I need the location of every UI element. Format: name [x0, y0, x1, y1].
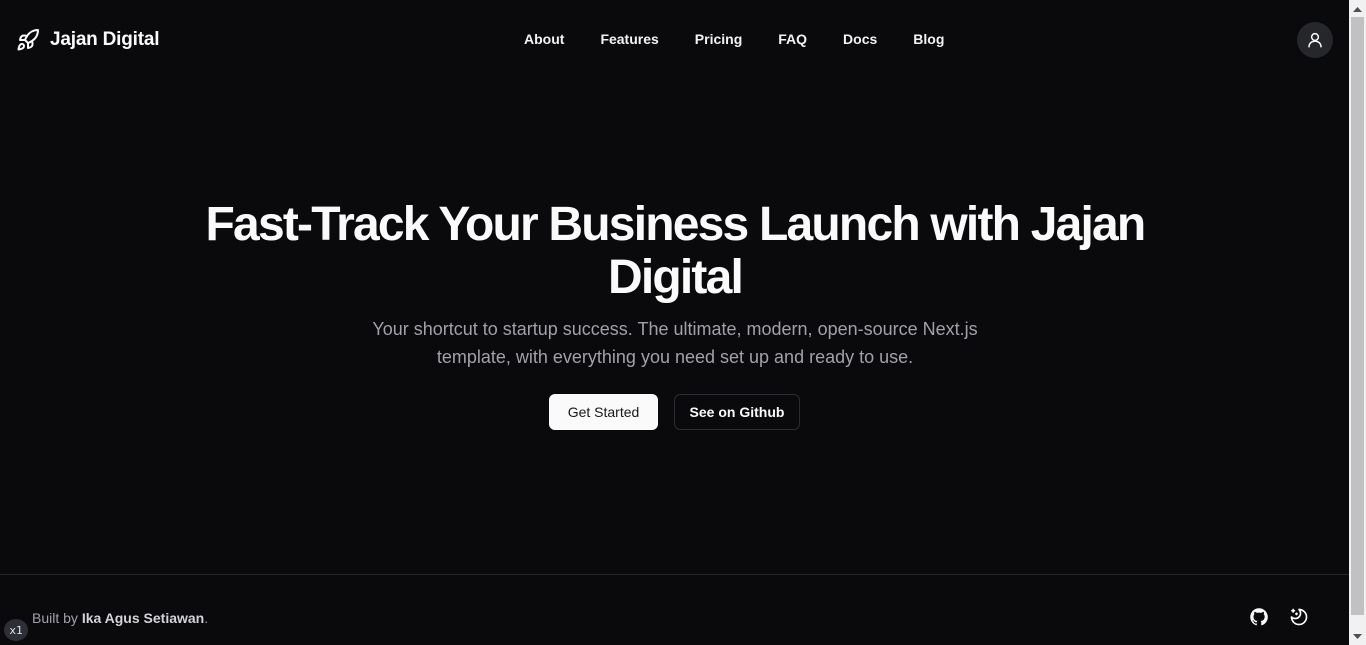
get-started-button[interactable]: Get Started	[549, 394, 658, 430]
zoom-badge[interactable]: x1	[4, 619, 28, 641]
scrollbar-thumb[interactable]	[1351, 17, 1364, 615]
nav-about[interactable]: About	[524, 31, 564, 47]
brand-link[interactable]: Jajan Digital	[16, 28, 160, 52]
github-icon[interactable]	[1249, 607, 1269, 627]
scroll-down-arrow-icon[interactable]	[1349, 628, 1366, 645]
scroll-up-arrow-icon[interactable]	[1349, 0, 1366, 17]
footer-icons	[1249, 607, 1309, 627]
nav-faq[interactable]: FAQ	[778, 31, 807, 47]
site-footer: x1 Built by Ika Agus Setiawan.	[0, 574, 1349, 645]
brand-name: Jajan Digital	[50, 29, 160, 50]
nav-features[interactable]: Features	[600, 31, 658, 47]
nav-pricing[interactable]: Pricing	[695, 31, 742, 47]
author-link[interactable]: Ika Agus Setiawan	[82, 610, 204, 626]
page-scrollbar[interactable]	[1349, 0, 1366, 645]
page: Jajan Digital About Features Pricing FAQ…	[0, 0, 1366, 645]
user-icon	[1308, 32, 1322, 48]
nav-blog[interactable]: Blog	[913, 31, 944, 47]
hero-actions: Get Started See on Github	[549, 394, 800, 430]
built-by-text: Built by Ika Agus Setiawan.	[32, 610, 208, 626]
hero-subtitle: Your shortcut to startup success. The ul…	[372, 319, 978, 367]
rocket-icon	[16, 28, 40, 52]
github-button[interactable]: See on Github	[674, 394, 800, 430]
built-by-prefix: Built by	[32, 610, 82, 626]
user-menu-button[interactable]	[1297, 22, 1333, 58]
built-by-suffix: .	[204, 610, 209, 626]
site-header: Jajan Digital About Features Pricing FAQ…	[0, 0, 1349, 80]
hero-title: Fast-Track Your Business Launch with Jaj…	[205, 198, 1147, 304]
nav-docs[interactable]: Docs	[843, 31, 877, 47]
theme-toggle-icon[interactable]	[1289, 607, 1309, 627]
main-nav: About Features Pricing FAQ Docs Blog	[524, 31, 944, 47]
